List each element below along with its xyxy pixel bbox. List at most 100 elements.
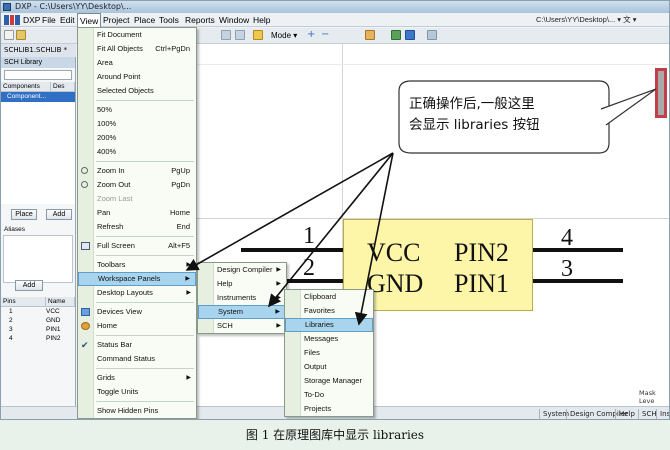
menu-item-help[interactable]: Help ▶ (198, 277, 286, 291)
menu-item-desktop-layouts[interactable]: Desktop Layouts ▶ (78, 286, 196, 300)
pin-number: 4 (9, 335, 13, 342)
status-tab-help[interactable]: Help (615, 409, 638, 419)
menu-item-50[interactable]: 50% (78, 103, 196, 117)
menu-item-100[interactable]: 100% (78, 117, 196, 131)
pin-line[interactable] (533, 279, 623, 283)
menu-help[interactable]: Help (251, 13, 272, 27)
menu-item-command-status[interactable]: Command Status (78, 352, 196, 366)
menu-item-accel: Ctrl+PgDn (155, 44, 190, 53)
menu-item-refresh[interactable]: Refresh End (78, 220, 196, 234)
menu-item-label: Fit Document (97, 30, 142, 39)
menu-item-grids[interactable]: Grids ▶ (78, 371, 196, 385)
menu-separator (96, 236, 194, 237)
pin-line[interactable] (533, 248, 623, 252)
menu-item-status-bar[interactable]: ✔ Status Bar (78, 338, 196, 352)
menu-edit[interactable]: Edit (58, 13, 77, 27)
filter-input[interactable] (4, 70, 72, 80)
pins-column[interactable]: Pins (1, 297, 46, 306)
menu-item-toggle-units[interactable]: Toggle Units (78, 385, 196, 399)
undo-icon[interactable] (221, 30, 231, 40)
table-row[interactable]: 2 GND (1, 316, 75, 325)
add-alias-button[interactable]: Add (15, 280, 43, 291)
menu-item-clipboard[interactable]: Clipboard (285, 290, 373, 304)
menu-item-accel: End (176, 222, 190, 231)
add-icon[interactable]: + (307, 30, 317, 40)
redo-icon[interactable] (235, 30, 245, 40)
grid-icon[interactable] (427, 30, 437, 40)
menu-item-to-do[interactable]: To-Do (285, 388, 373, 402)
menu-item-sch[interactable]: SCH ▶ (198, 319, 286, 333)
menu-item-devices-view[interactable]: Devices View (78, 305, 196, 319)
menu-item-files[interactable]: Files (285, 346, 373, 360)
table-row[interactable]: 3 PIN1 (1, 325, 75, 334)
menu-item-instruments[interactable]: Instruments ▶ (198, 291, 286, 305)
document-tab[interactable]: SCHLIB1.SCHLIB * (1, 44, 76, 57)
menu-view[interactable]: View (77, 13, 102, 28)
menu-item-storage-manager[interactable]: Storage Manager (285, 374, 373, 388)
components-column[interactable]: Components (1, 82, 51, 91)
part-icon[interactable] (365, 30, 375, 40)
status-tab-instruments[interactable]: Ins (656, 409, 669, 419)
menu-item-workspace-panels[interactable]: Workspace Panels ▶ (78, 272, 196, 286)
menu-item-selected-objects[interactable]: Selected Objects (78, 84, 196, 98)
app-icon (3, 3, 11, 11)
menu-item-system[interactable]: System ▶ (198, 305, 286, 319)
menu-item-toolbars[interactable]: Toolbars ▶ (78, 258, 196, 272)
add-component-button[interactable]: Add (46, 209, 72, 220)
menu-item-label: Fit All Objects (97, 44, 143, 53)
menu-item-200[interactable]: 200% (78, 131, 196, 145)
mask-level-label[interactable]: Mask Leve (639, 389, 669, 405)
pin-name: PIN2 (46, 335, 61, 342)
menu-item-zoom-in[interactable]: Zoom In PgUp (78, 164, 196, 178)
menu-item-messages[interactable]: Messages (285, 332, 373, 346)
menu-item-400[interactable]: 400% (78, 145, 196, 159)
menu-item-output[interactable]: Output (285, 360, 373, 374)
open-folder-icon[interactable] (16, 30, 26, 40)
menu-item-pan[interactable]: Pan Home (78, 206, 196, 220)
menu-reports[interactable]: Reports (183, 13, 217, 27)
menu-item-show-hidden-pins[interactable]: Show Hidden Pins (78, 404, 196, 418)
description-column[interactable]: Des (51, 82, 75, 91)
menu-item-design-compiler[interactable]: Design Compiler ▶ (198, 263, 286, 277)
menu-item-projects[interactable]: Projects (285, 402, 373, 416)
place-pin-icon[interactable] (391, 30, 401, 40)
menu-item-fit-all-objects[interactable]: Fit All Objects Ctrl+PgDn (78, 42, 196, 56)
panel-title: SCH Library (1, 57, 75, 68)
menu-item-home[interactable]: Home (78, 319, 196, 333)
menu-project[interactable]: Project (101, 13, 131, 27)
list-item[interactable]: Component... (1, 92, 75, 102)
menu-item-favorites[interactable]: Favorites (285, 304, 373, 318)
name-column[interactable]: Name (46, 297, 75, 306)
menu-item-full-screen[interactable]: Full Screen Alt+F5 (78, 239, 196, 253)
page: DXP - C:\Users\YY\Desktop\... DXP File E… (0, 0, 670, 450)
table-row[interactable]: 1 VCC (1, 307, 75, 316)
menu-file[interactable]: File (40, 13, 58, 27)
menu-item-fit-document[interactable]: Fit Document (78, 28, 196, 42)
mode-dropdown[interactable]: Mode ▾ (271, 30, 297, 42)
table-row[interactable]: 4 PIN2 (1, 334, 75, 343)
menu-item-zoom-out[interactable]: Zoom Out PgDn (78, 178, 196, 192)
new-doc-icon[interactable] (4, 30, 14, 40)
menu-item-label: Zoom In (97, 166, 125, 175)
view-menu: Fit Document Fit All Objects Ctrl+PgDn Ar… (77, 27, 197, 419)
menu-tools[interactable]: Tools (157, 13, 181, 27)
fill-icon[interactable] (405, 30, 415, 40)
figure-caption: 图 1 在原理图库中显示 libraries (245, 428, 425, 442)
menu-separator (96, 335, 194, 336)
submenu-arrow-icon: ▶ (276, 281, 281, 287)
menu-place[interactable]: Place (132, 13, 157, 27)
menu-item-area[interactable]: Area (78, 56, 196, 70)
menu-window[interactable]: Window (217, 13, 251, 27)
selection-marker (655, 68, 667, 118)
menu-item-libraries[interactable]: Libraries (285, 318, 373, 332)
menu-item-label: Selected Objects (97, 86, 154, 95)
place-button[interactable]: Place (11, 209, 37, 220)
pin-line[interactable] (241, 248, 343, 252)
devices-view-icon (81, 308, 90, 316)
menu-separator (96, 368, 194, 369)
menu-item-around-point[interactable]: Around Point (78, 70, 196, 84)
path-box[interactable]: C:\Users\YY\Desktop\... ▾ 文 ▾ (536, 14, 668, 26)
menu-item-label: 200% (97, 133, 117, 142)
highlight-icon[interactable] (253, 30, 263, 40)
remove-icon[interactable]: − (321, 30, 331, 40)
